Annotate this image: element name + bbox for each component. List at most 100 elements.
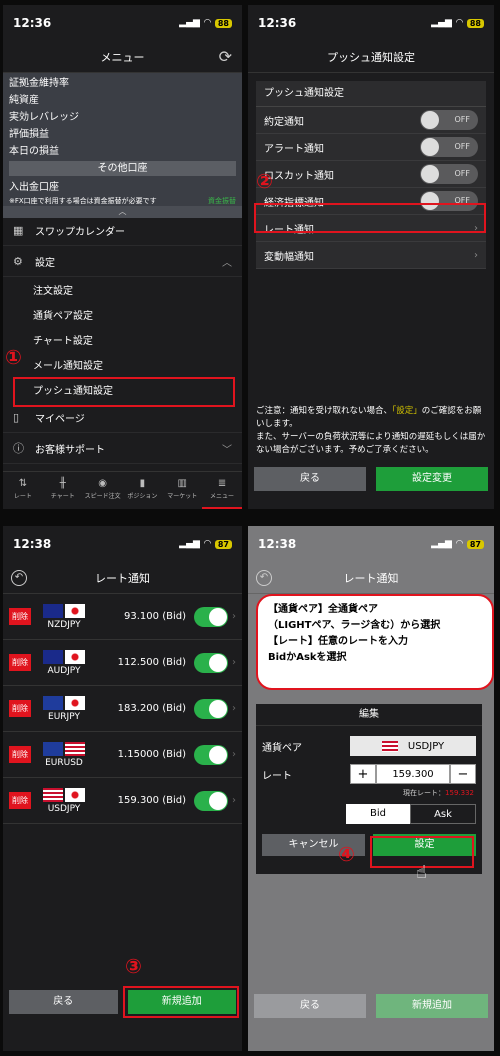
nav-bar: プッシュ通知設定 bbox=[248, 41, 494, 73]
setting-row: アラート通知 OFF bbox=[256, 134, 486, 161]
list-item: 削除 EURJPY 183.200 (Bid) › bbox=[3, 686, 242, 732]
save-settings-button[interactable]: 設定変更 bbox=[376, 467, 488, 491]
transfer-link[interactable]: 資金振替 bbox=[208, 196, 236, 206]
menu-icon: ≣ bbox=[217, 478, 227, 489]
us-flag-icon bbox=[43, 787, 63, 802]
change-notice-row[interactable]: 変動幅通知 › bbox=[256, 242, 486, 269]
toggle-switch[interactable]: OFF bbox=[420, 164, 478, 184]
rate-input[interactable]: 159.300 bbox=[376, 764, 450, 784]
jp-flag-icon bbox=[65, 649, 85, 664]
toggle-switch[interactable]: OFF bbox=[420, 137, 478, 157]
tab-position[interactable]: ▮ ポジション bbox=[122, 472, 162, 509]
delete-button[interactable]: 削除 bbox=[9, 654, 31, 671]
delete-button[interactable]: 削除 bbox=[9, 608, 31, 625]
bid-ask-toggle: Bid Ask bbox=[346, 804, 476, 824]
bid-option[interactable]: Bid bbox=[346, 804, 410, 824]
minus-button[interactable]: − bbox=[450, 764, 476, 784]
back-arrow-icon[interactable]: ↶ bbox=[256, 570, 272, 586]
plus-button[interactable]: + bbox=[350, 764, 376, 784]
signal-icon: ▂▄▆ bbox=[431, 18, 452, 28]
tab-market[interactable]: ▥ マーケット bbox=[162, 472, 202, 509]
rate-notice-list: 削除 NZDJPY 93.100 (Bid) › 削除 AUDJPY 112.5… bbox=[3, 594, 242, 824]
step-number: ④ bbox=[338, 842, 355, 866]
menu-item-settings[interactable]: ⚙ 設定 ︿ bbox=[3, 246, 242, 277]
menu-list: ▦ スワップカレンダー ⚙ 設定 ︿ 注文設定 通貨ペア設定 チャート設定 メール通知… bbox=[3, 215, 242, 464]
wifi-icon: ◠ bbox=[455, 539, 463, 549]
toggle-switch[interactable]: OFF bbox=[420, 110, 478, 130]
tab-rate[interactable]: ⇅ レート bbox=[3, 472, 43, 509]
page-title: メニュー bbox=[100, 50, 145, 64]
add-new-button[interactable]: 新規追加 bbox=[376, 994, 488, 1018]
list-item: 削除 NZDJPY 93.100 (Bid) › bbox=[3, 594, 242, 640]
page-title: プッシュ通知設定 bbox=[327, 50, 415, 64]
push-settings-card: プッシュ通知設定 約定通知 OFF アラート通知 OFF ロスカット通知 OFF 経済… bbox=[256, 81, 486, 269]
toggle-switch[interactable] bbox=[194, 606, 228, 627]
signal-icon: ▂▄▆ bbox=[431, 539, 452, 549]
nav-bar: ↶ レート通知 bbox=[3, 562, 242, 594]
chevron-up-icon: ︿ bbox=[222, 257, 232, 269]
settings-link[interactable]: 「設定」 bbox=[392, 406, 422, 416]
rate-label: レート bbox=[262, 770, 292, 782]
menu-item-swap-calendar[interactable]: ▦ スワップカレンダー bbox=[3, 215, 242, 246]
back-button[interactable]: 戻る bbox=[9, 990, 118, 1014]
delete-button[interactable]: 削除 bbox=[9, 792, 31, 809]
back-arrow-icon[interactable]: ↶ bbox=[11, 570, 27, 586]
chevron-down-icon: ﹀ bbox=[222, 444, 232, 456]
push-settings-screen: 12:36 ▂▄▆ ◠ 88 プッシュ通知設定 プッシュ通知設定 約定通知 OFF ア… bbox=[248, 5, 494, 509]
battery-icon: 88 bbox=[214, 18, 232, 28]
rate-icon: ⇅ bbox=[18, 478, 28, 489]
nav-bar: ↶ レート通知 bbox=[248, 562, 494, 594]
us-flag-icon bbox=[381, 740, 398, 752]
refresh-icon[interactable]: ⟳ bbox=[219, 47, 232, 66]
menu-item-support[interactable]: ⓘ お客様サポート ﹀ bbox=[3, 433, 242, 464]
info-row: 本日の損益 bbox=[9, 146, 59, 157]
rate-edit-screen: 12:38 ▂▄▆ ◠ 87 ↶ レート通知 【通貨ペア】全通貨ペア （LIGHTペア… bbox=[248, 526, 494, 1051]
position-icon: ▮ bbox=[139, 478, 146, 489]
other-account-header: その他口座 bbox=[9, 161, 236, 176]
calendar-icon: ▦ bbox=[13, 223, 24, 237]
chevron-right-icon: › bbox=[232, 795, 236, 806]
eu-flag-icon bbox=[43, 695, 63, 710]
status-bar: 12:36 ▂▄▆ ◠ 88 bbox=[248, 5, 494, 41]
caution-text: ご注意：通知を受け取れない場合、「設定」のご確認をお願いします。 また、サーバー… bbox=[256, 406, 486, 455]
battery-icon: 87 bbox=[214, 539, 232, 549]
callout-bubble: 【通貨ペア】全通貨ペア （LIGHTペア、ラージ含む）から選択 【レート】任意の… bbox=[256, 594, 494, 690]
info-row: 実効レバレッジ bbox=[9, 112, 79, 123]
toggle-switch[interactable] bbox=[194, 744, 228, 765]
current-rate: 現在レート：159.332 bbox=[403, 789, 474, 797]
status-time: 12:36 bbox=[258, 16, 297, 30]
menu-item-order-settings[interactable]: 注文設定 bbox=[3, 277, 242, 302]
highlight-push-settings bbox=[13, 377, 235, 407]
toggle-switch[interactable] bbox=[194, 698, 228, 719]
section-title: プッシュ通知設定 bbox=[256, 81, 486, 107]
rate-notice-screen: 12:38 ▂▄▆ ◠ 87 ↶ レート通知 削除 NZDJPY 93.100 (Bi… bbox=[3, 526, 242, 1051]
chevron-right-icon: › bbox=[232, 657, 236, 668]
delete-button[interactable]: 削除 bbox=[9, 746, 31, 763]
wifi-icon: ◠ bbox=[455, 18, 463, 28]
tab-chart[interactable]: ╫ チャート bbox=[43, 472, 83, 509]
tab-menu[interactable]: ≣ メニュー bbox=[202, 472, 242, 509]
menu-item-mail-settings[interactable]: メール通知設定 bbox=[3, 352, 242, 377]
back-button[interactable]: 戻る bbox=[254, 467, 366, 491]
speed-icon: ◉ bbox=[98, 478, 107, 489]
pair-select[interactable]: USDJPY bbox=[350, 736, 476, 756]
tab-bar: ⇅ レート ╫ チャート ◉ スピード注文 ▮ ポジション ▥ マーケット ≣ メニュー bbox=[3, 471, 242, 509]
toggle-switch[interactable] bbox=[194, 790, 228, 811]
eu-flag-icon bbox=[43, 741, 63, 756]
jp-flag-icon bbox=[65, 787, 85, 802]
page-title: レート通知 bbox=[343, 571, 399, 585]
back-button[interactable]: 戻る bbox=[254, 994, 366, 1018]
chevron-right-icon: › bbox=[232, 703, 236, 714]
menu-item-pair-settings[interactable]: 通貨ペア設定 bbox=[3, 302, 242, 327]
toggle-switch[interactable] bbox=[194, 652, 228, 673]
transfer-note: ※FX口座で利用する場合は資金振替が必要です bbox=[9, 197, 157, 205]
info-row: 純資産 bbox=[9, 95, 39, 106]
wifi-icon: ◠ bbox=[203, 18, 211, 28]
setting-row: 約定通知 OFF bbox=[256, 107, 486, 134]
step-number: ③ bbox=[125, 954, 142, 978]
delete-button[interactable]: 削除 bbox=[9, 700, 31, 717]
tab-speed-order[interactable]: ◉ スピード注文 bbox=[83, 472, 123, 509]
menu-item-chart-settings[interactable]: チャート設定 bbox=[3, 327, 242, 352]
ask-option[interactable]: Ask bbox=[410, 804, 476, 824]
status-time: 12:38 bbox=[258, 537, 297, 551]
